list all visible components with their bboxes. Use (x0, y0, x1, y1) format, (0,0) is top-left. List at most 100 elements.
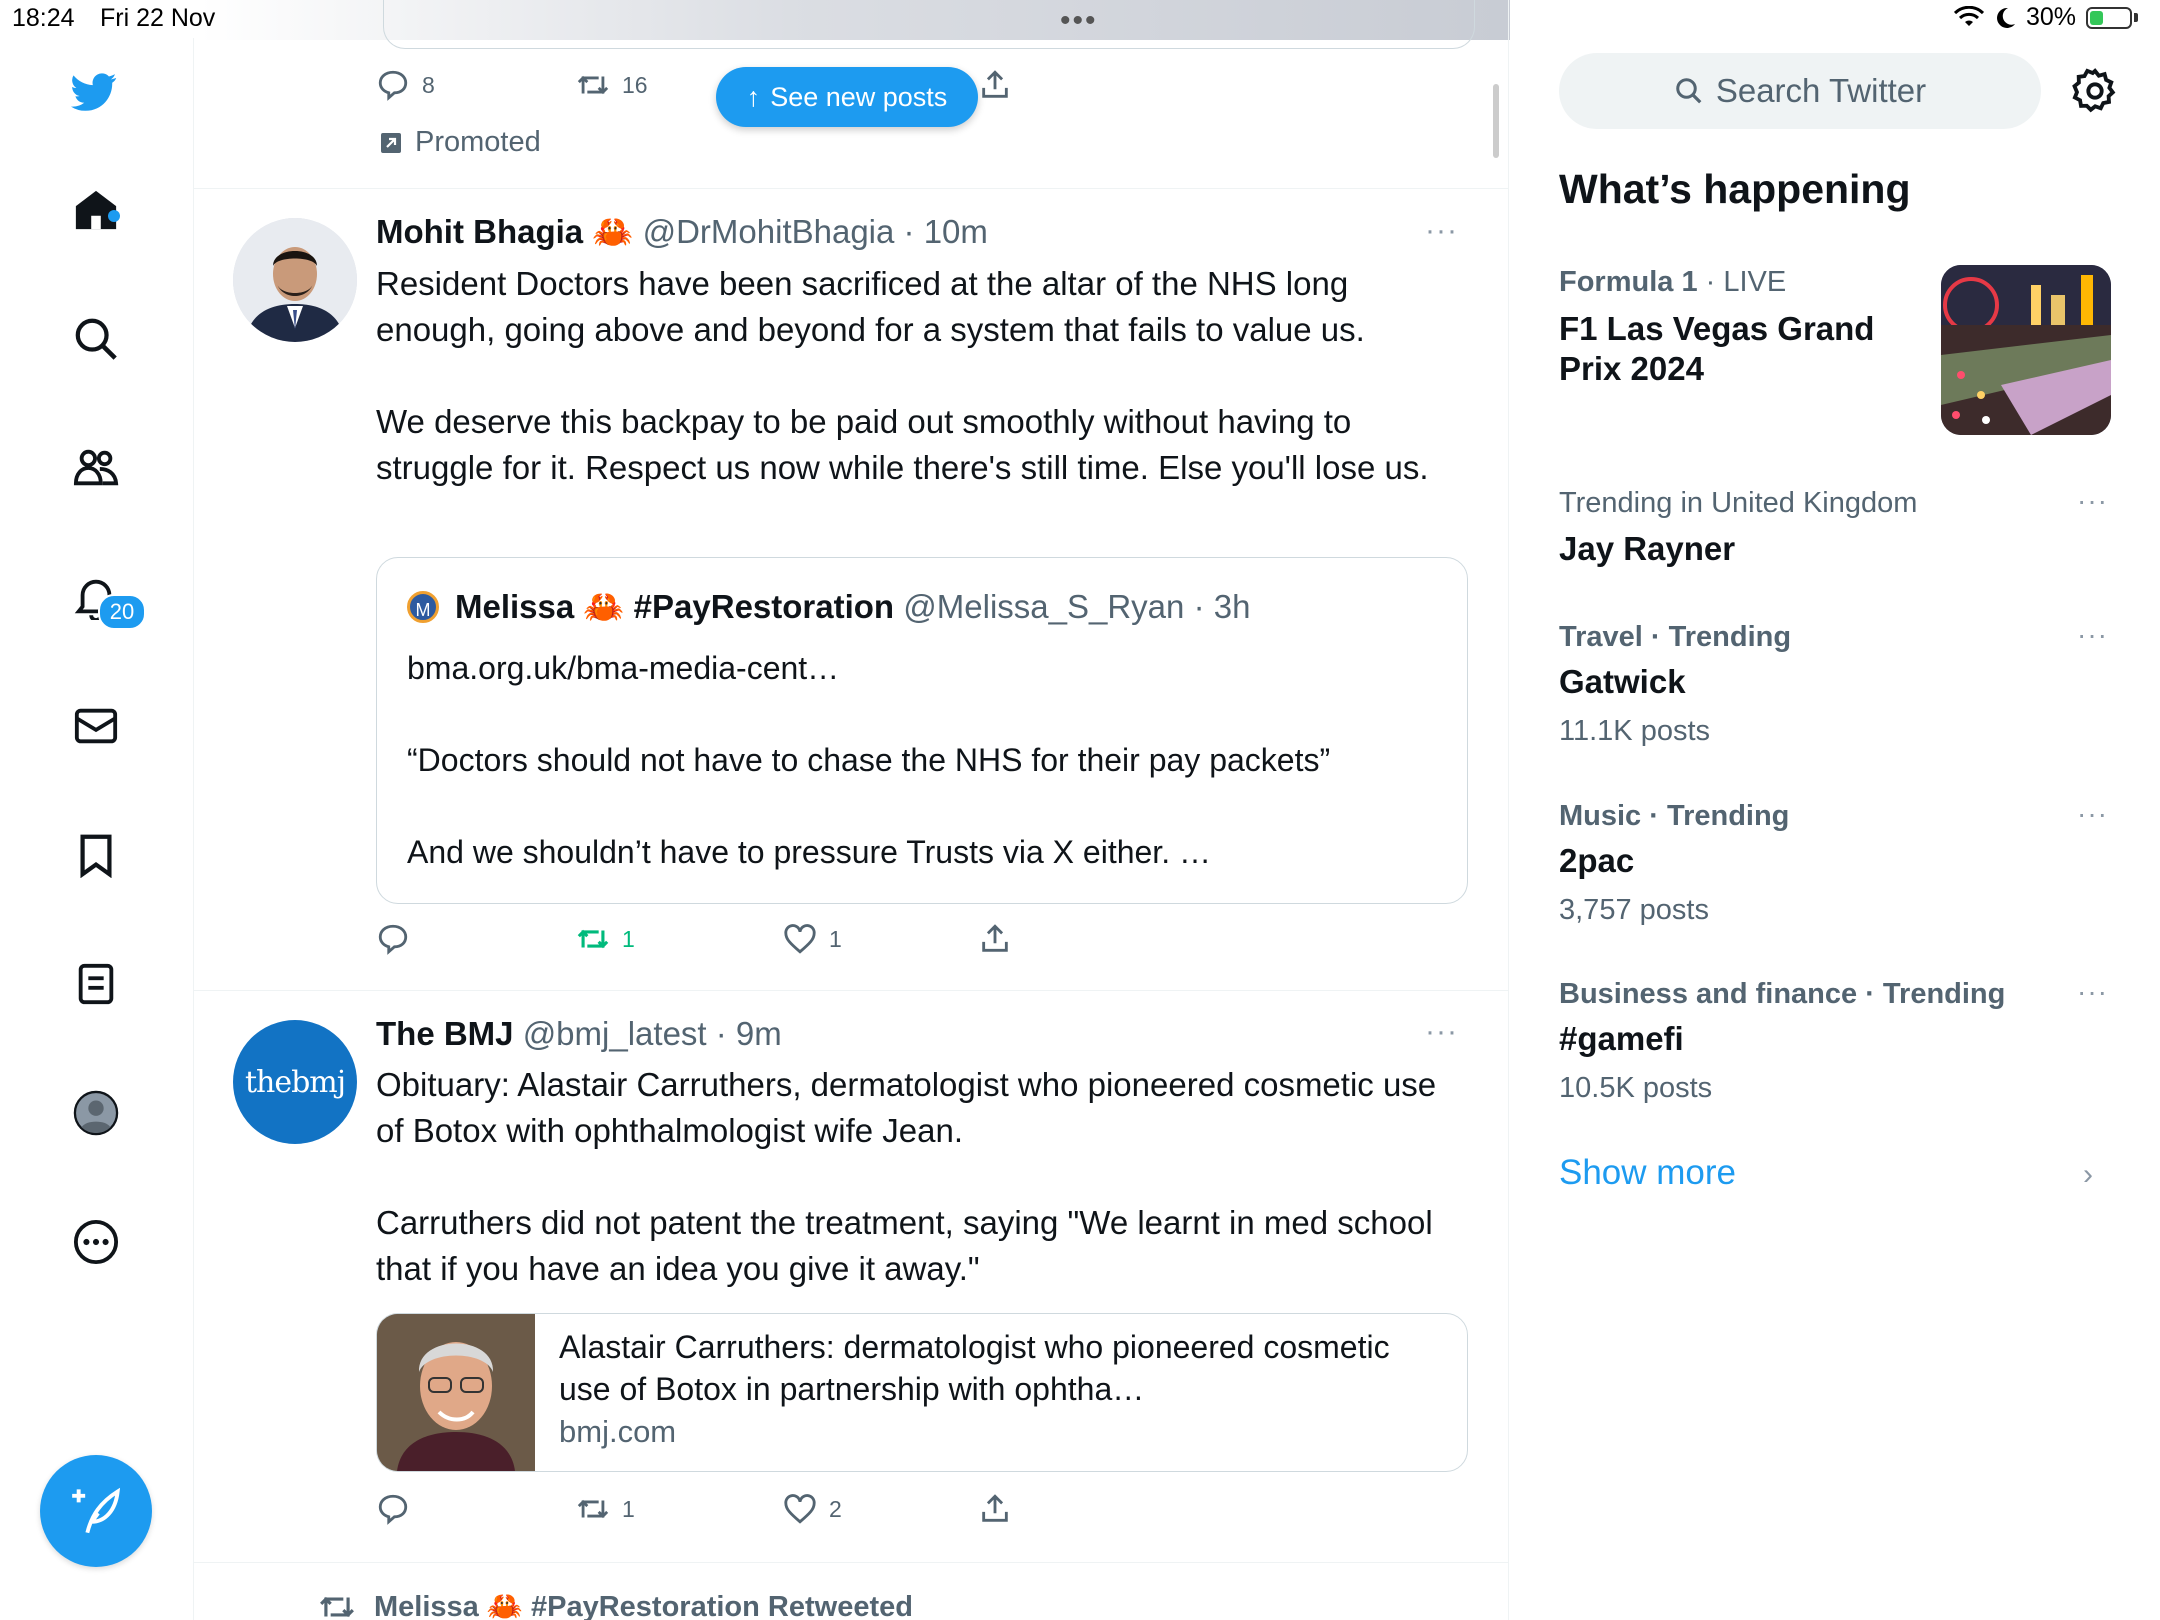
tweet-text: Obituary: Alastair Carruthers, dermatolo… (376, 1066, 1437, 1287)
author-name[interactable]: The BMJ (376, 1015, 514, 1052)
more-options-icon[interactable] (70, 1216, 122, 1268)
share-icon (982, 70, 1008, 98)
chevron-right-icon[interactable]: › (2083, 1158, 2093, 1192)
search-icon[interactable] (70, 313, 122, 365)
like-button[interactable]: 1 (783, 922, 842, 956)
twitter-logo-icon[interactable] (68, 66, 120, 118)
retweet-count: 1 (622, 925, 635, 952)
share-button[interactable] (978, 922, 1012, 956)
main-feed: 8 16 Promoted ↑ See new posts Mohit Bhag… (193, 0, 1509, 1620)
communities-icon[interactable] (70, 442, 122, 494)
compose-tweet-button[interactable] (40, 1455, 152, 1567)
search-field[interactable]: Search Twitter (1559, 53, 2041, 129)
share-button[interactable] (978, 1492, 1012, 1526)
avatar[interactable] (233, 218, 357, 342)
home-unread-dot (108, 210, 120, 222)
trend-name[interactable]: F1 Las Vegas Grand Prix 2024 (1559, 309, 1919, 389)
tweet-time[interactable]: · 9m (716, 1015, 782, 1052)
retweet-button[interactable]: 1 (576, 1492, 635, 1526)
quote-avatar[interactable]: M (407, 591, 439, 623)
more-options-icon[interactable]: ··· (1425, 1015, 1458, 1049)
person-photo-icon (233, 218, 357, 342)
search-icon (1676, 78, 1702, 104)
trend-count: 10.5K posts (1559, 1072, 1713, 1104)
heart-icon (784, 924, 816, 954)
profile-avatar-icon[interactable] (70, 1087, 122, 1139)
retweet-icon (577, 929, 609, 949)
right-sidebar: Search Twitter What’s happening Formula … (1509, 0, 2160, 1620)
divider (193, 1562, 1508, 1563)
show-more-link[interactable]: Show more (1559, 1153, 1736, 1193)
quoted-tweet[interactable]: M Melissa 🦀 #PayRestoration @Melissa_S_R… (376, 557, 1468, 904)
trend-meta: Travel · Trending (1559, 621, 1792, 653)
retweet-icon (320, 1596, 354, 1618)
more-options-icon[interactable]: ··· (1425, 214, 1458, 248)
bookmarks-icon[interactable] (70, 829, 122, 881)
reply-icon (378, 1494, 408, 1525)
trend-meta: Music · Trending (1559, 800, 1790, 832)
trend-name[interactable]: 2pac (1559, 841, 1634, 881)
tweet-author[interactable]: The BMJ @bmj_latest · 9m (376, 1015, 782, 1053)
heart-icon (784, 1494, 816, 1524)
trend-more-icon[interactable]: ··· (2077, 485, 2108, 517)
promoted-icon (381, 132, 401, 153)
lists-icon[interactable] (70, 958, 122, 1010)
tweet-author[interactable]: Mohit Bhagia 🦀 @DrMohitBhagia · 10m (376, 213, 988, 252)
retweet-icon (577, 1499, 609, 1519)
quote-text: bma.org.uk/bma-media-cent… “Doctors shou… (407, 650, 1331, 870)
like-button[interactable]: 2 (783, 1492, 842, 1526)
tweet-time[interactable]: · 10m (904, 213, 988, 250)
author-handle[interactable]: @DrMohitBhagia (643, 213, 895, 250)
trend-name[interactable]: Gatwick (1559, 662, 1686, 702)
reply-button[interactable] (376, 1492, 410, 1526)
trend-more-icon[interactable]: ··· (2077, 619, 2108, 651)
like-count: 1 (829, 925, 842, 952)
portrait-photo-icon (377, 1314, 535, 1471)
share-button[interactable] (978, 68, 1012, 102)
reply-icon (378, 924, 408, 955)
retweet-icon (577, 75, 609, 95)
quote-author[interactable]: Melissa 🦀 #PayRestoration @Melissa_S_Rya… (455, 588, 1250, 627)
tweet-text: Resident Doctors have been sacrificed at… (376, 265, 1429, 486)
retweet-button[interactable]: 1 (576, 922, 635, 956)
reply-button[interactable]: 8 (376, 68, 435, 102)
search-placeholder: Search Twitter (1715, 72, 1927, 109)
status-time: 18:24 (12, 4, 75, 32)
compose-feather-icon (72, 1487, 121, 1534)
card-domain: bmj.com (559, 1414, 677, 1449)
reply-button[interactable] (376, 922, 410, 956)
trend-meta: Trending in United Kingdom (1559, 487, 1918, 519)
scrollbar[interactable] (1493, 84, 1499, 158)
reply-count: 8 (422, 71, 435, 98)
like-count: 2 (829, 1495, 842, 1522)
arrow-up-icon: ↑ (746, 81, 761, 112)
trend-meta: Business and finance · Trending (1559, 978, 2006, 1010)
promoted-label: Promoted (379, 126, 541, 159)
trend-count: 3,757 posts (1559, 894, 1709, 926)
las-vegas-photo-icon (1941, 265, 2111, 435)
settings-gear-icon[interactable] (2072, 68, 2118, 114)
see-new-posts-button[interactable]: ↑ See new posts (716, 67, 978, 127)
bmj-avatar[interactable]: thebmj (233, 1020, 357, 1144)
reply-icon (378, 70, 408, 101)
trend-more-icon[interactable]: ··· (2077, 976, 2108, 1008)
retweeted-by-label[interactable]: Melissa 🦀 #PayRestoration Retweeted (318, 1588, 913, 1620)
messages-icon[interactable] (70, 700, 122, 752)
promoted-media-bottom (383, 0, 1475, 49)
trend-meta: Formula 1 · LIVE (1559, 266, 1787, 298)
author-name[interactable]: Mohit Bhagia (376, 213, 583, 250)
notifications-badge: 20 (98, 594, 146, 630)
trend-more-icon[interactable]: ··· (2077, 798, 2108, 830)
author-handle[interactable]: @bmj_latest (523, 1015, 707, 1052)
trend-name[interactable]: #gamefi (1559, 1019, 1684, 1059)
retweet-count: 16 (622, 71, 648, 98)
share-icon (982, 924, 1008, 952)
trend-name[interactable]: Jay Rayner (1559, 529, 1735, 569)
trend-thumbnail[interactable] (1941, 265, 2111, 435)
left-nav: 20 (0, 38, 194, 1620)
retweet-button[interactable]: 16 (576, 68, 648, 102)
card-title: Alastair Carruthers: dermatologist who p… (559, 1329, 1390, 1407)
link-card[interactable]: Alastair Carruthers: dermatologist who p… (376, 1313, 1468, 1472)
divider (193, 188, 1508, 189)
share-icon (982, 1494, 1008, 1522)
